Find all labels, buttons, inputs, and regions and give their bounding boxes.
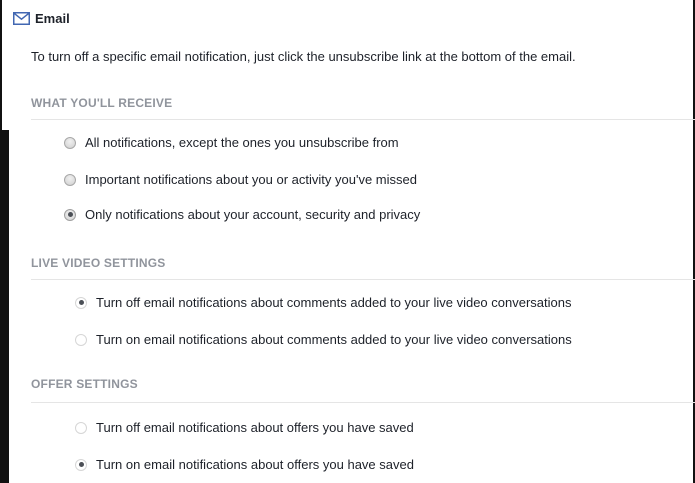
- option-all-notifications[interactable]: All notifications, except the ones you u…: [64, 135, 399, 150]
- option-label: Important notifications about you or act…: [85, 172, 417, 187]
- option-important-notifications[interactable]: Important notifications about you or act…: [64, 172, 417, 187]
- divider: [31, 279, 695, 280]
- option-turn-off-live-video-comments[interactable]: Turn off email notifications about comme…: [75, 295, 571, 310]
- option-label: Turn on email notifications about offers…: [96, 457, 414, 472]
- section-title-what-youll-receive: WHAT YOU'LL RECEIVE: [31, 96, 173, 110]
- option-label: Turn on email notifications about commen…: [96, 332, 572, 347]
- option-label: Turn off email notifications about comme…: [96, 295, 572, 310]
- option-turn-on-live-video-comments[interactable]: Turn on email notifications about commen…: [75, 332, 572, 347]
- mail-icon: [13, 11, 30, 25]
- page-title: Email: [35, 10, 70, 26]
- email-settings-panel: Email To turn off a specific email notif…: [9, 0, 695, 483]
- panel-header: Email: [9, 8, 70, 28]
- option-label: Turn off email notifications about offer…: [96, 420, 414, 435]
- radio-dot: [78, 462, 84, 467]
- radio-button[interactable]: [75, 421, 87, 434]
- option-label: Only notifications about your account, s…: [85, 207, 421, 222]
- intro-text: To turn off a specific email notificatio…: [31, 49, 576, 64]
- radio-dot: [67, 212, 73, 217]
- divider: [31, 402, 695, 403]
- window-edge: [0, 0, 2, 130]
- radio-button[interactable]: [64, 136, 76, 149]
- section-title-live-video-settings: LIVE VIDEO SETTINGS: [31, 256, 166, 270]
- window-edge: [0, 130, 9, 483]
- radio-button-selected[interactable]: [75, 458, 87, 471]
- option-turn-on-offer-notifications[interactable]: Turn on email notifications about offers…: [75, 457, 414, 472]
- screenshot-frame: Email To turn off a specific email notif…: [0, 0, 695, 483]
- radio-button-selected[interactable]: [64, 208, 76, 221]
- radio-dot: [78, 300, 84, 305]
- option-label: All notifications, except the ones you u…: [85, 135, 399, 150]
- option-turn-off-offer-notifications[interactable]: Turn off email notifications about offer…: [75, 420, 414, 435]
- option-account-security-privacy[interactable]: Only notifications about your account, s…: [64, 207, 420, 222]
- radio-button[interactable]: [64, 173, 76, 186]
- section-title-offer-settings: OFFER SETTINGS: [31, 377, 138, 391]
- divider: [31, 119, 695, 120]
- radio-button-selected[interactable]: [75, 296, 87, 309]
- radio-button[interactable]: [75, 333, 87, 346]
